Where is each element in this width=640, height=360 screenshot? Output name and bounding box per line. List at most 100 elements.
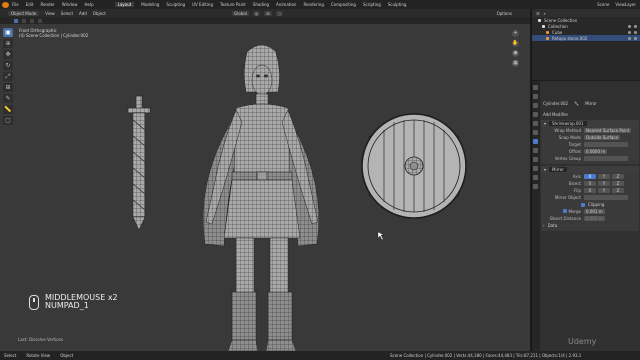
modifier-tab-icon[interactable] [533,139,538,144]
object-tab-icon[interactable] [533,130,538,135]
tab-compositing[interactable]: Compositing [331,2,356,7]
blender-logo-icon[interactable] [2,1,9,8]
shield-mesh[interactable] [361,113,467,219]
camera-icon[interactable]: ◉ [512,50,519,57]
physics-tab-icon[interactable] [533,157,538,162]
select-subtract-icon[interactable] [30,18,34,23]
select-extend-icon[interactable] [22,18,26,23]
particles-tab-icon[interactable] [533,148,538,153]
mode-dropdown[interactable]: Object Mode [8,10,40,16]
camera-icon[interactable] [634,30,637,34]
tab-texture-paint[interactable]: Texture Paint [220,2,246,7]
camera-icon[interactable] [634,24,637,28]
options-dropdown[interactable]: Options [497,11,512,16]
flip-z-toggle[interactable]: Z [612,188,624,193]
cursor-tool-icon[interactable]: ⊕ [3,39,13,48]
tab-sculpting-2[interactable]: Sculpting [388,2,407,7]
tab-shading[interactable]: Shading [253,2,269,7]
select-invert-icon[interactable] [38,18,42,23]
rotate-tool-icon[interactable]: ↻ [3,61,13,70]
proportional-icon[interactable]: ○ [275,10,284,16]
orientation-dropdown[interactable]: Global [232,10,249,16]
shrinkwrap-header[interactable]: ▾ Shrinkwrap.001 [541,120,639,127]
shrinkwrap-modifier: ▾ Shrinkwrap.001 Wrap Method Nearest Surf… [541,120,639,164]
render-tab-icon[interactable] [533,94,538,99]
add-cube-tool-icon[interactable]: ▢ [3,116,13,125]
tab-uv-editing[interactable]: UV Editing [192,2,213,7]
vertex-group-field[interactable] [584,156,628,161]
scene-tab-icon[interactable] [533,112,538,117]
select-tool-icon[interactable]: ▣ [3,28,13,37]
menu-window[interactable]: Window [62,2,78,7]
eye-icon[interactable] [628,36,631,40]
merge-checkbox[interactable] [563,209,568,213]
tab-modeling[interactable]: Modeling [141,2,159,7]
data-subpanel[interactable]: Data [548,223,558,228]
flip-y-toggle[interactable]: Y [598,188,610,193]
material-tab-icon[interactable] [533,184,538,189]
menu-view[interactable]: View [45,11,55,16]
menu-help[interactable]: Help [84,2,93,7]
view-layer-selector[interactable]: ViewLayer [615,2,636,7]
menu-file[interactable]: File [12,2,19,7]
mirror-object-field[interactable] [584,195,628,200]
axis-y-toggle[interactable]: Y [598,174,610,179]
wrap-method-dropdown[interactable]: Nearest Surface Point [584,128,632,133]
target-field[interactable] [584,142,628,147]
snap-icon[interactable]: ⊞ [264,10,272,16]
scale-tool-icon[interactable]: ⤢ [3,72,13,81]
character-mesh[interactable] [202,44,320,351]
world-tab-icon[interactable] [533,121,538,126]
tab-rendering[interactable]: Rendering [303,2,323,7]
merge-distance-field[interactable]: 0.001 m [584,209,605,214]
data-tab-icon[interactable] [533,175,538,180]
annotate-tool-icon[interactable]: ✎ [3,94,13,103]
mirror-name[interactable]: Mirror [549,167,567,172]
mirror-header[interactable]: ▾ Mirror [541,166,639,173]
offset-field[interactable]: 0.0000 m [584,149,608,154]
camera-icon[interactable] [634,36,637,40]
bisect-x-toggle[interactable]: X [584,181,596,186]
eye-icon[interactable] [628,24,631,28]
select-box-icon[interactable] [14,18,18,23]
constraints-tab-icon[interactable] [533,166,538,171]
status-bar: Select Rotate View Object Scene Collecti… [0,351,640,360]
measure-tool-icon[interactable]: 📏 [3,105,13,114]
bisect-distance-field[interactable]: 0.001 m [584,216,605,221]
menu-select[interactable]: Select [61,11,73,16]
add-modifier-button[interactable]: Add Modifier [541,111,639,118]
tab-sculpting[interactable]: Sculpting [166,2,185,7]
output-tab-icon[interactable] [533,103,538,108]
menu-edit[interactable]: Edit [26,2,34,7]
pivot-icon[interactable]: ◎ [252,10,261,16]
tab-scripting[interactable]: Scripting [363,2,381,7]
main-menu: File Edit Render Window Help [12,2,101,7]
bisect-z-toggle[interactable]: Z [612,181,624,186]
tab-animation[interactable]: Animation [276,2,296,7]
menu-object[interactable]: Object [93,11,106,16]
snap-mode-dropdown[interactable]: Outside Surface [584,135,620,140]
scene-selector[interactable]: Scene [597,2,609,7]
axis-x-toggle[interactable]: X [584,174,596,179]
move-tool-icon[interactable]: ✥ [3,50,13,59]
axis-z-toggle[interactable]: Z [612,174,624,179]
zoom-icon[interactable]: + [512,30,519,37]
tab-layout[interactable]: Layout [114,2,135,7]
pan-hand-icon[interactable]: ✋ [512,40,519,47]
sword-mesh[interactable] [127,95,151,231]
chevron-down-icon[interactable]: ▾ [544,167,546,172]
menu-add[interactable]: Add [79,11,87,16]
menu-render[interactable]: Render [40,2,54,7]
bisect-y-toggle[interactable]: Y [598,181,610,186]
flip-x-toggle[interactable]: X [584,188,596,193]
chevron-right-icon[interactable]: › [543,223,545,228]
chevron-down-icon[interactable]: ▾ [544,121,546,126]
shrinkwrap-name[interactable]: Shrinkwrap.001 [549,121,587,126]
outliner-item[interactable]: Retopo stone.002 [532,35,640,41]
transform-tool-icon[interactable]: ⊞ [3,83,13,92]
tool-tab-icon[interactable] [533,85,538,90]
ortho-grid-icon[interactable]: ▦ [512,60,519,67]
clipping-checkbox[interactable] [581,202,585,207]
eye-icon[interactable] [628,30,631,34]
outliner-search-icon[interactable]: ⌕ [544,11,546,16]
